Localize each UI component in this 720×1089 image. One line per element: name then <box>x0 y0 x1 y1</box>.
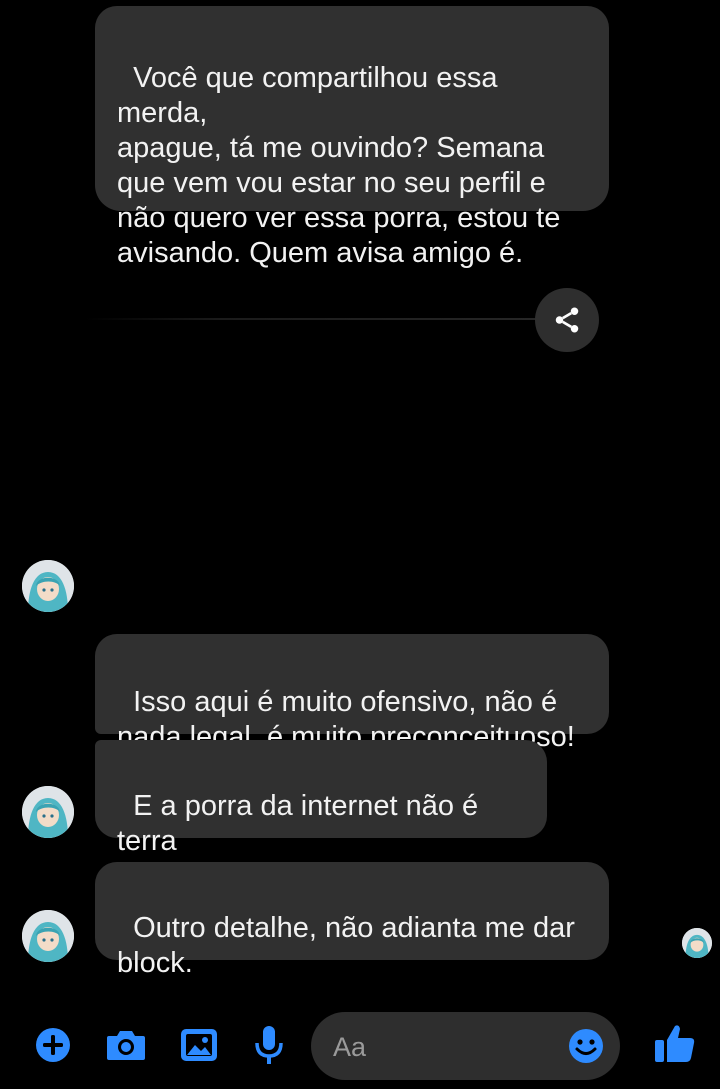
shared-post-divider <box>85 318 540 320</box>
avatar-icon <box>22 910 74 962</box>
message-bubble[interactable]: Isso aqui é muito ofensivo, não é nada l… <box>95 634 609 753</box>
sender-avatar[interactable] <box>22 910 74 962</box>
image-icon <box>181 1029 217 1061</box>
gallery-button[interactable] <box>174 1020 224 1070</box>
emoji-icon[interactable] <box>567 1027 605 1065</box>
more-actions-button[interactable] <box>28 1020 78 1070</box>
message-input-container[interactable] <box>311 1012 620 1082</box>
thumbs-up-icon <box>655 1025 695 1062</box>
message-text: Outro detalhe, não adianta me dar block. <box>117 912 575 979</box>
share-button[interactable] <box>535 288 599 352</box>
message-bubble[interactable]: E a porra da internet não é terra sem le… <box>95 740 547 892</box>
like-button[interactable] <box>650 1018 700 1070</box>
share-icon <box>555 307 579 333</box>
camera-button[interactable] <box>101 1020 151 1070</box>
sender-avatar[interactable] <box>22 786 74 838</box>
message-bubble[interactable]: Você que compartilhou essa merda, apague… <box>95 6 609 269</box>
voice-message-button[interactable] <box>244 1020 294 1070</box>
message-input[interactable] <box>331 1012 555 1082</box>
composer-bar <box>0 1008 720 1083</box>
avatar-icon <box>682 928 712 958</box>
message-bubble[interactable]: Outro detalhe, não adianta me dar block. <box>95 862 609 979</box>
seen-receipt-avatar <box>682 928 712 958</box>
camera-icon <box>107 1031 145 1060</box>
avatar-icon <box>22 786 74 838</box>
sender-avatar[interactable] <box>22 560 74 612</box>
avatar-icon <box>22 560 74 612</box>
microphone-icon <box>255 1026 283 1064</box>
plus-circle-icon <box>36 1028 70 1062</box>
message-text: Você que compartilhou essa merda, apague… <box>117 62 561 269</box>
